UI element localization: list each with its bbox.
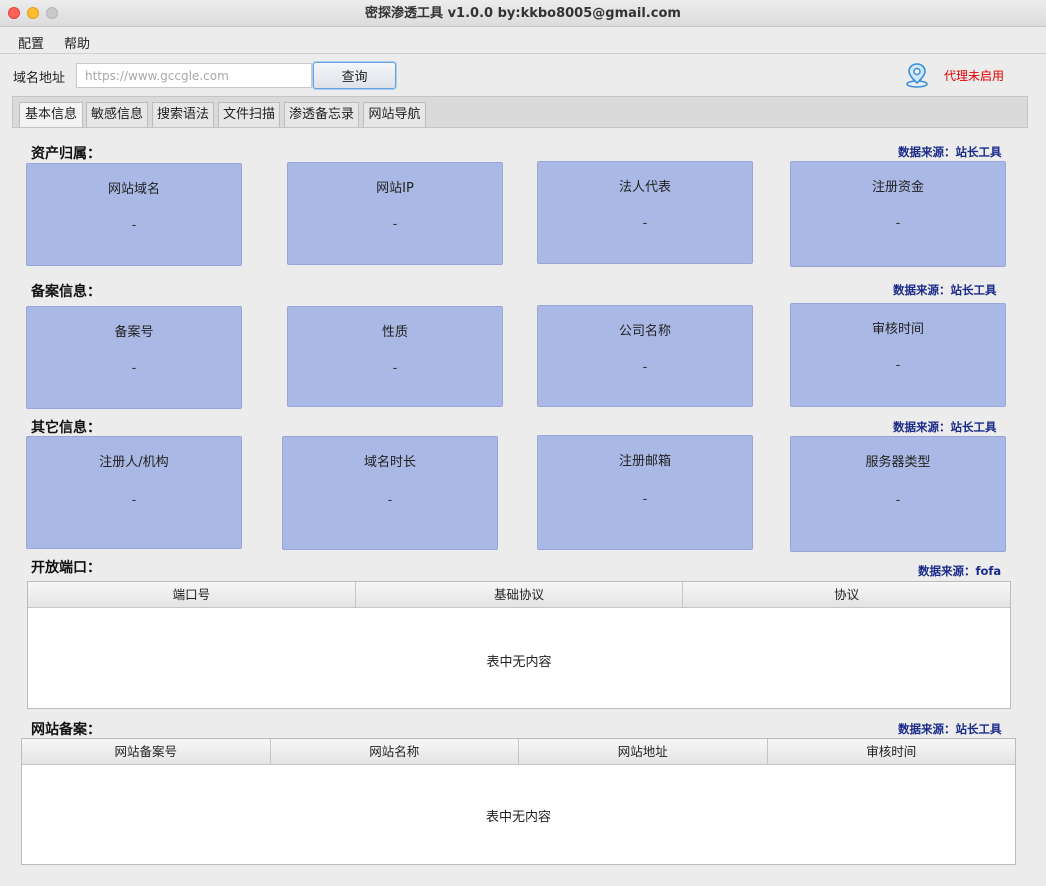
proxy-status: 代理未启用 [944,69,1005,83]
tab-strip: 基本信息 敏感信息 搜索语法 文件扫描 渗透备忘录 网站导航 [12,96,1028,128]
card-label: 注册邮箱 [618,454,671,469]
records-source: 数据来源：站长工具 [898,722,1002,736]
card-value: - [392,361,398,376]
main-content: 域名地址 查询 代理未启用 基本信息 敏感信息 搜索语法 文件扫描 渗透备忘录 … [0,55,1046,886]
card-label: 注册人/机构 [99,455,169,470]
card-value: - [895,216,901,231]
card-review-time: 审核时间 - [790,303,1006,407]
records-section-title: 网站备案： [31,722,101,738]
card-value: - [642,492,648,507]
ports-section-title: 开放端口： [31,560,101,576]
icp-source: 数据来源：站长工具 [893,283,997,297]
card-capital: 注册资金 - [790,161,1006,267]
column-header-port[interactable]: 端口号 [28,582,356,607]
asset-section-title: 资产归属： [31,146,101,162]
card-label: 网站IP [376,181,414,196]
menu-bar: 配置 帮助 [0,28,1046,54]
column-header-review-time[interactable]: 审核时间 [768,739,1016,764]
tab-sensitive-info[interactable]: 敏感信息 [86,102,148,128]
icp-section-title: 备案信息： [31,284,101,300]
column-header-base-protocol[interactable]: 基础协议 [356,582,684,607]
card-server-type: 服务器类型 - [790,436,1006,552]
card-legal-rep: 法人代表 - [537,161,753,264]
card-icp-number: 备案号 - [26,306,242,409]
card-registrant: 注册人/机构 - [26,436,242,549]
tab-site-nav[interactable]: 网站导航 [363,102,426,128]
other-section-title: 其它信息： [31,420,101,436]
card-label: 审核时间 [871,322,924,337]
card-label: 备案号 [114,325,154,340]
ports-table[interactable]: 端口号 基础协议 协议 表中无内容 [27,581,1011,709]
other-source: 数据来源：站长工具 [893,420,997,434]
records-empty-message: 表中无内容 [485,810,551,825]
column-header-protocol[interactable]: 协议 [683,582,1010,607]
tab-search-syntax[interactable]: 搜索语法 [152,102,214,128]
menu-help[interactable]: 帮助 [64,33,90,52]
records-table[interactable]: 网站备案号 网站名称 网站地址 审核时间 表中无内容 [21,738,1016,865]
window-title: 密探渗透工具 v1.0.0 by:kkbo8005@gmail.com [365,6,681,21]
tab-basic-info[interactable]: 基本信息 [19,102,83,128]
query-button[interactable]: 查询 [313,62,396,89]
card-site-ip: 网站IP - [287,162,503,265]
title-bar: 密探渗透工具 v1.0.0 by:kkbo8005@gmail.com [0,0,1046,27]
ports-empty-message: 表中无内容 [486,655,552,670]
card-value: - [895,358,901,373]
card-nature: 性质 - [287,306,503,407]
card-label: 法人代表 [618,180,671,195]
records-table-header: 网站备案号 网站名称 网站地址 审核时间 [22,739,1015,765]
card-reg-email: 注册邮箱 - [537,435,753,550]
tab-pentest-memo[interactable]: 渗透备忘录 [284,102,359,128]
card-label: 域名时长 [363,455,416,470]
location-pin-icon[interactable] [905,62,929,88]
ports-source: 数据来源：fofa [918,564,1002,578]
card-label: 注册资金 [871,180,924,195]
card-company-name: 公司名称 - [537,305,753,407]
ports-table-header: 端口号 基础协议 协议 [28,582,1010,608]
card-site-domain: 网站域名 - [26,163,242,266]
domain-label: 域名地址 [13,71,66,86]
card-value: - [392,217,398,232]
card-value: - [131,361,137,376]
card-label: 性质 [381,325,408,340]
domain-input[interactable] [76,63,312,88]
card-label: 服务器类型 [865,455,931,470]
card-value: - [131,493,137,508]
column-header-site-address[interactable]: 网站地址 [519,739,768,764]
card-value: - [895,493,901,508]
asset-source: 数据来源：站长工具 [898,145,1002,159]
card-value: - [131,218,137,233]
card-label: 公司名称 [618,324,671,339]
tab-file-scan[interactable]: 文件扫描 [218,102,280,128]
card-value: - [387,493,393,508]
card-domain-age: 域名时长 - [282,436,498,550]
card-value: - [642,216,648,231]
menu-config[interactable]: 配置 [18,33,44,52]
card-label: 网站域名 [107,182,160,197]
card-value: - [642,360,648,375]
column-header-site-name[interactable]: 网站名称 [271,739,519,764]
basic-info-panel: 资产归属： 数据来源：站长工具 网站域名 - 网站IP - 法人代表 - 注册资… [12,127,1028,886]
column-header-record-number[interactable]: 网站备案号 [22,739,271,764]
